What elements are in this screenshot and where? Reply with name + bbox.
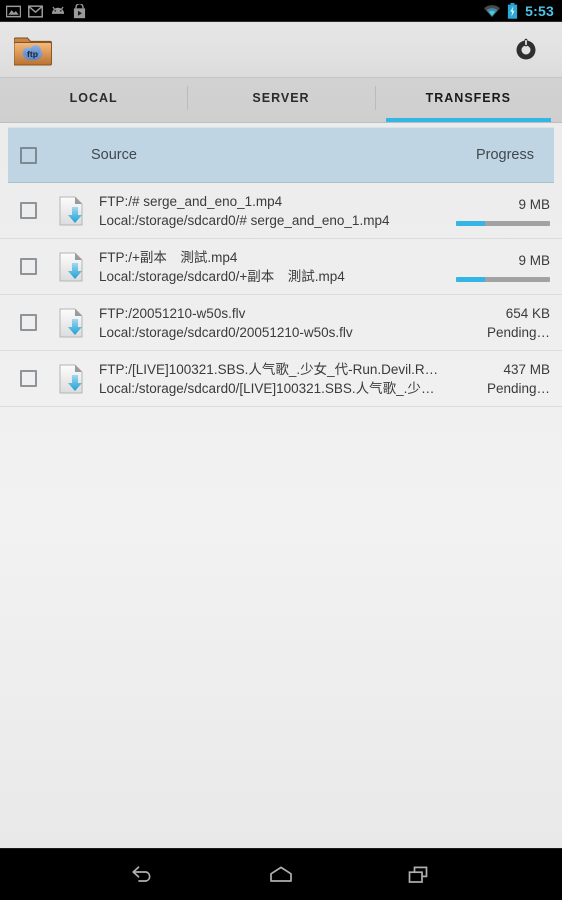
table-row[interactable]: FTP:/20051210-w50s.flv Local:/storage/sd… xyxy=(0,295,562,351)
action-bar: ftp xyxy=(0,22,562,78)
power-settings-icon xyxy=(516,38,536,59)
transfers-panel: Source Progress FTP:/# serge_and_eno_1.m… xyxy=(0,123,562,848)
tab-transfers[interactable]: TRANSFERS xyxy=(374,78,562,122)
status-indicators: 5:53 xyxy=(483,3,554,19)
column-header-source: Source xyxy=(91,147,137,163)
row-paths: FTP:/[LIVE]100321.SBS.人气歌_.少女_代-Run.Devi… xyxy=(99,360,445,398)
image-icon xyxy=(6,5,21,17)
android-screen: 5:53 ftp LOCAL SERVER TRANSFERS Source P… xyxy=(0,0,562,900)
nav-back-button[interactable] xyxy=(117,852,169,898)
home-icon xyxy=(270,866,292,882)
row-local-path: Local:/storage/sdcard0/[LIVE]100321.SBS.… xyxy=(99,380,439,396)
status-bar: 5:53 xyxy=(0,0,562,22)
nav-home-button[interactable] xyxy=(255,852,307,898)
table-row[interactable]: FTP:/+副本 測試.mp4 Local:/storage/sdcard0/+… xyxy=(0,239,562,295)
row-progress-cell: 9 MB xyxy=(445,251,550,282)
table-row[interactable]: FTP:/[LIVE]100321.SBS.人气歌_.少女_代-Run.Devi… xyxy=(0,351,562,407)
row-remote-path: FTP:/20051210-w50s.flv xyxy=(99,305,246,321)
android-icon xyxy=(51,6,65,14)
tab-local-label: LOCAL xyxy=(69,91,118,105)
row-paths: FTP:/# serge_and_eno_1.mp4 Local:/storag… xyxy=(99,192,445,230)
tab-local[interactable]: LOCAL xyxy=(0,78,187,122)
tab-server-label: SERVER xyxy=(252,91,310,105)
tab-server[interactable]: SERVER xyxy=(187,78,374,122)
row-paths: FTP:/20051210-w50s.flv Local:/storage/sd… xyxy=(99,304,445,342)
row-checkbox[interactable] xyxy=(20,202,37,219)
row-progress-bar xyxy=(456,277,550,282)
row-checkbox[interactable] xyxy=(20,258,37,275)
back-icon xyxy=(132,865,151,882)
tab-transfers-label: TRANSFERS xyxy=(425,91,512,105)
gmail-icon xyxy=(28,4,43,18)
row-remote-path: FTP:/[LIVE]100321.SBS.人气歌_.少女_代-Run.Devi… xyxy=(99,361,439,377)
row-checkbox[interactable] xyxy=(20,370,37,387)
select-all-checkbox[interactable] xyxy=(20,146,37,164)
row-paths: FTP:/+副本 測試.mp4 Local:/storage/sdcard0/+… xyxy=(99,248,445,286)
download-file-icon xyxy=(55,306,89,340)
download-file-icon xyxy=(55,250,89,284)
download-file-icon xyxy=(55,194,89,228)
row-status: Pending… xyxy=(486,380,550,396)
tab-transfers-underline xyxy=(385,118,551,122)
row-progress-cell: 9 MB xyxy=(445,195,550,226)
status-time: 5:53 xyxy=(525,3,554,19)
row-size: 9 MB xyxy=(518,197,550,212)
row-progress-cell: 437 MB Pending… xyxy=(445,360,550,398)
row-local-path: Local:/storage/sdcard0/20051210-w50s.flv xyxy=(99,324,353,340)
download-file-icon xyxy=(55,362,89,396)
transfer-list-header: Source Progress xyxy=(8,127,554,183)
row-local-path: Local:/storage/sdcard0/# serge_and_eno_1… xyxy=(99,212,390,228)
row-progress-fill xyxy=(456,221,486,226)
battery-charging-icon xyxy=(508,3,518,19)
wifi-icon xyxy=(484,5,501,18)
notification-icons xyxy=(6,3,86,19)
row-size: 9 MB xyxy=(518,253,550,268)
navigation-bar xyxy=(0,848,562,900)
ftp-folder-icon: ftp xyxy=(14,37,52,65)
row-remote-path: FTP:/+副本 測試.mp4 xyxy=(99,249,238,265)
row-remote-path: FTP:/# serge_and_eno_1.mp4 xyxy=(99,193,283,209)
row-status: Pending… xyxy=(486,324,550,340)
table-row[interactable]: FTP:/# serge_and_eno_1.mp4 Local:/storag… xyxy=(0,183,562,239)
row-local-path: Local:/storage/sdcard0/+副本 測試.mp4 xyxy=(99,268,345,284)
play-store-icon xyxy=(73,3,86,18)
row-progress-cell: 654 KB Pending… xyxy=(445,304,550,342)
power-settings-button[interactable] xyxy=(504,28,548,72)
recents-icon xyxy=(408,866,428,883)
row-size: 437 MB xyxy=(503,361,550,377)
tab-bar: LOCAL SERVER TRANSFERS xyxy=(0,78,562,123)
svg-text:ftp: ftp xyxy=(27,49,38,59)
row-size: 654 KB xyxy=(505,305,550,321)
row-progress-fill xyxy=(456,277,486,282)
app-icon-button[interactable]: ftp xyxy=(14,31,52,69)
column-header-progress: Progress xyxy=(475,147,534,163)
row-progress-bar xyxy=(456,221,550,226)
nav-recents-button[interactable] xyxy=(393,852,445,898)
row-checkbox[interactable] xyxy=(20,314,37,331)
